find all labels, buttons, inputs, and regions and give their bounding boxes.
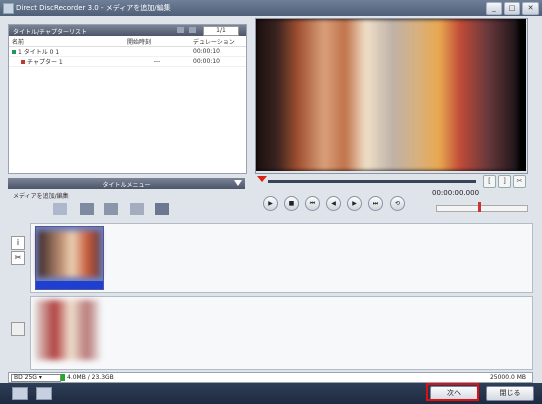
stop-button[interactable]: ■ xyxy=(284,196,299,211)
menu-track-icon[interactable] xyxy=(11,322,25,336)
scissors-icon[interactable]: ✂ xyxy=(11,251,25,265)
disc-type-value: BD 25G xyxy=(14,374,37,381)
row-start: --- xyxy=(124,56,190,67)
next-button-highlight xyxy=(426,383,479,401)
row-name-cell: 1 タイトル 0 1 xyxy=(9,46,124,57)
loop-button[interactable]: ⟲ xyxy=(390,196,405,211)
row-name: 1 タイトル 0 1 xyxy=(18,49,60,56)
split-button[interactable]: ✂ xyxy=(513,175,526,188)
page-indicator: 1/1 xyxy=(203,26,239,36)
title-chapter-header-label: タイトル/チャプターリスト xyxy=(13,29,87,36)
title-chapter-header: タイトル/チャプターリスト 1/1 xyxy=(9,25,246,36)
play-button[interactable]: ▶ xyxy=(263,196,278,211)
title-bar: Direct DiscRecorder 3.0 - メディアを追加/編集 _ □… xyxy=(0,0,542,16)
table-row[interactable]: チャプター 1 --- 00:00:10 xyxy=(9,56,246,67)
import-icon[interactable] xyxy=(80,203,94,215)
title-chapter-panel: タイトル/チャプターリスト 1/1 名前 開始時刻 デュレーション 1 タイトル… xyxy=(8,24,247,174)
step-forward-button[interactable]: ▶ xyxy=(347,196,362,211)
seek-marker-icon[interactable] xyxy=(257,176,267,182)
info-icon[interactable]: i xyxy=(11,236,25,250)
title-chapter-table: 名前 開始時刻 デュレーション 1 タイトル 0 1 00:00:10 チャプタ… xyxy=(9,37,246,67)
timecode-readout: 00:00:00.000 xyxy=(432,189,480,197)
close-window-button[interactable]: ✕ xyxy=(522,2,539,15)
title-menu-label: タイトルメニュー xyxy=(102,182,151,189)
row-duration: 00:00:10 xyxy=(190,56,246,67)
row-start xyxy=(124,46,190,57)
row-name: チャプター 1 xyxy=(27,59,63,66)
list-view-icon[interactable] xyxy=(12,387,28,400)
properties-icon[interactable] xyxy=(155,203,169,215)
seek-bar[interactable] xyxy=(268,180,476,183)
prev-page-icon[interactable] xyxy=(177,27,184,33)
rotate-icon[interactable] xyxy=(130,203,144,215)
disc-size-text: 25000.0 MB xyxy=(489,374,526,381)
selected-clip-thumbnail[interactable] xyxy=(35,226,104,290)
row-duration: 00:00:10 xyxy=(190,46,246,57)
chapter-marker-icon xyxy=(21,60,25,64)
app-icon xyxy=(3,3,14,14)
close-button[interactable]: 閉じる xyxy=(486,386,534,401)
step-back-button[interactable]: ◀ xyxy=(326,196,341,211)
dropdown-arrow-icon xyxy=(234,180,242,186)
add-media-icon[interactable] xyxy=(53,203,67,215)
clip-selection-bar xyxy=(36,281,103,289)
menu-track[interactable] xyxy=(30,296,533,370)
capacity-meter xyxy=(61,374,65,381)
clip-image xyxy=(38,231,100,277)
mark-in-button[interactable]: [ xyxy=(483,175,496,188)
skip-end-button[interactable]: ⏭ xyxy=(368,196,383,211)
frame-slider[interactable] xyxy=(436,205,528,212)
column-name: 名前 xyxy=(9,37,124,47)
edit-media-label: メディアを追加/編集 xyxy=(13,193,69,200)
video-frame-image xyxy=(256,19,518,171)
capacity-text: 4.0MB / 23.3GB xyxy=(67,374,114,381)
window-title: Direct DiscRecorder 3.0 - メディアを追加/編集 xyxy=(16,4,171,12)
maximize-button[interactable]: □ xyxy=(504,2,520,15)
column-start: 開始時刻 xyxy=(124,37,190,47)
status-bar: BD 25G ▾ 4.0MB / 23.3GB 25000.0 MB xyxy=(8,372,533,383)
row-name-cell: チャプター 1 xyxy=(9,56,124,67)
frame-slider-thumb[interactable] xyxy=(478,202,481,212)
table-row[interactable]: 1 タイトル 0 1 00:00:10 xyxy=(9,46,246,57)
disc-type-select[interactable]: BD 25G ▾ xyxy=(11,374,61,382)
mark-out-button[interactable]: ] xyxy=(498,175,511,188)
minimize-button[interactable]: _ xyxy=(486,2,502,15)
edit-icon[interactable] xyxy=(104,203,118,215)
menu-thumbnail[interactable] xyxy=(35,300,100,360)
title-menu-bar[interactable]: タイトルメニュー xyxy=(8,178,245,189)
skip-start-button[interactable]: ⏮ xyxy=(305,196,320,211)
video-preview xyxy=(256,19,526,171)
thumbnail-view-icon[interactable] xyxy=(36,387,52,400)
title-track[interactable] xyxy=(30,223,533,293)
next-page-icon[interactable] xyxy=(189,27,196,33)
title-marker-icon xyxy=(12,50,16,54)
column-duration: デュレーション xyxy=(190,37,246,47)
